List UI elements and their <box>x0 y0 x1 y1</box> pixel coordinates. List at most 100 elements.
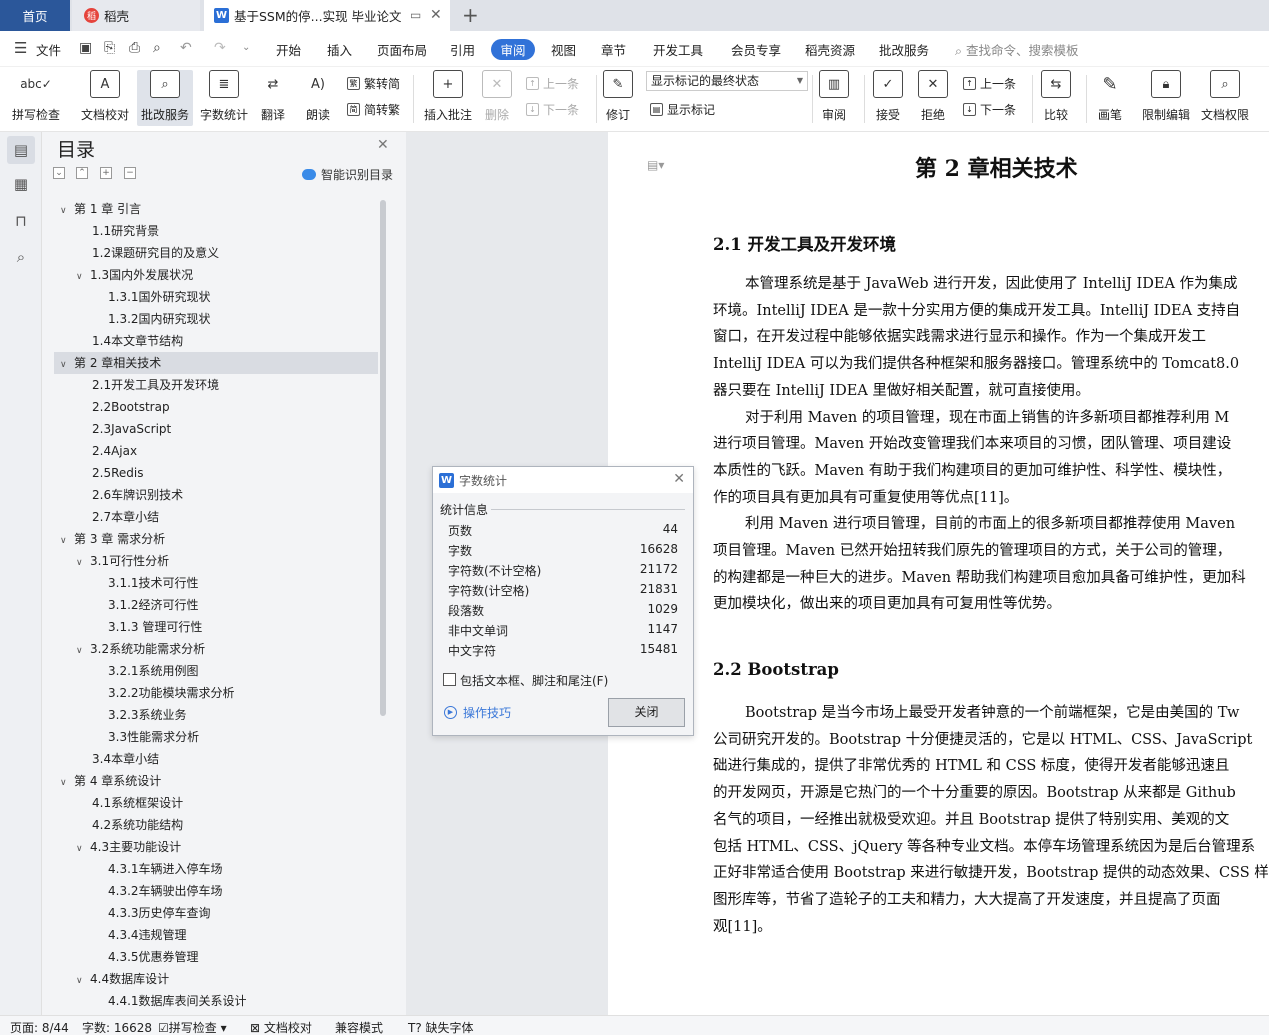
toc-item[interactable]: ∨ 4.3主要功能设计 <box>76 836 181 858</box>
menu-developer[interactable]: 开发工具 <box>653 40 703 59</box>
chevron-down-icon[interactable]: ∨ <box>76 640 90 662</box>
chevron-down-icon[interactable]: ∨ <box>60 354 74 376</box>
doc-permission-button[interactable]: ⌕ 文档权限 <box>1201 70 1249 123</box>
close-icon[interactable]: ✕ <box>673 471 685 487</box>
page-options-icon[interactable]: ▤▾ <box>647 158 664 172</box>
toc-item[interactable]: 3.1.2经济可行性 <box>108 594 199 616</box>
word-count-indicator[interactable]: 字数: 16628 <box>82 1019 152 1035</box>
prev-change-button[interactable]: ↑ 上一条 <box>963 75 1016 92</box>
next-change-button[interactable]: ↓ 下一条 <box>963 101 1016 118</box>
status-spellcheck[interactable]: ☑拼写检查 ▾ <box>158 1019 227 1035</box>
close-icon[interactable]: ✕ <box>377 137 389 153</box>
chapter-nav-icon[interactable]: ▦ <box>11 175 31 195</box>
toc-item[interactable]: 2.1开发工具及开发环境 <box>92 374 219 396</box>
print-icon[interactable]: ⎙ <box>129 40 140 56</box>
undo-icon[interactable]: ↶ <box>180 40 192 56</box>
toc-item[interactable]: 4.2系统功能结构 <box>92 814 183 836</box>
toc-item[interactable]: 4.4.1数据库表间关系设计 <box>108 990 247 1012</box>
expand-all-icon[interactable]: ⌃ <box>76 167 88 179</box>
tab-document[interactable]: W 基于SSM的停...实现 毕业论文 ▭ ✕ <box>204 0 450 31</box>
compare-button[interactable]: ⇆ 比较 <box>1041 70 1071 123</box>
chevron-down-icon[interactable]: ∨ <box>76 838 90 860</box>
toc-item[interactable]: 2.3JavaScript <box>92 418 171 440</box>
toc-item[interactable]: 4.1系统框架设计 <box>92 792 183 814</box>
status-proof[interactable]: ⊠ 文档校对 <box>250 1019 312 1035</box>
toc-item[interactable]: ∨ 3.1可行性分析 <box>76 550 169 572</box>
review-service-button[interactable]: ⌕ 批改服务 <box>137 70 193 126</box>
toc-item[interactable]: 4.3.1车辆进入停车场 <box>108 858 223 880</box>
toc-item[interactable]: 1.1研究背景 <box>92 220 159 242</box>
include-textbox-label[interactable]: 包括文本框、脚注和尾注(F) <box>460 672 608 689</box>
read-aloud-button[interactable]: A) 朗读 <box>303 70 333 123</box>
toc-item[interactable]: 1.3.2国内研究现状 <box>108 308 211 330</box>
new-tab-button[interactable]: + <box>462 3 479 27</box>
toc-item[interactable]: 2.7本章小结 <box>92 506 159 528</box>
toc-item[interactable]: ∨ 3.2系统功能需求分析 <box>76 638 205 660</box>
missing-font[interactable]: T? 缺失字体 <box>408 1019 474 1035</box>
toc-item[interactable]: 1.4本文章节结构 <box>92 330 183 352</box>
dialog-titlebar[interactable]: W 字数统计 ✕ <box>433 467 693 493</box>
toc-item[interactable]: 3.3性能需求分析 <box>108 726 199 748</box>
menu-reference[interactable]: 引用 <box>450 40 475 59</box>
menu-insert[interactable]: 插入 <box>327 40 352 59</box>
toc-item[interactable]: ∨ 1.3国内外发展状况 <box>76 264 193 286</box>
chevron-down-icon[interactable]: ∨ <box>60 530 74 552</box>
chevron-down-icon[interactable]: ∨ <box>60 772 74 794</box>
chevron-down-icon[interactable]: ∨ <box>60 200 74 222</box>
close-button[interactable]: 关闭 <box>608 698 685 727</box>
toc-item[interactable]: 2.6车牌识别技术 <box>92 484 183 506</box>
menu-file[interactable]: 文件 <box>36 40 61 59</box>
toc-item[interactable]: ∨ 4.4数据库设计 <box>76 968 169 990</box>
word-count-button[interactable]: ≣ 字数统计 <box>200 70 248 123</box>
toc-item[interactable]: 4.3.4违规管理 <box>108 924 187 946</box>
menu-member[interactable]: 会员专享 <box>731 40 781 59</box>
toc-item[interactable]: 3.1.3 管理可行性 <box>108 616 202 638</box>
add-heading-icon[interactable]: + <box>100 167 112 179</box>
toc-item[interactable]: 3.2.2功能模块需求分析 <box>108 682 235 704</box>
export-icon[interactable]: ⎘ <box>104 40 115 56</box>
toc-item[interactable]: 4.3.2车辆驶出停车场 <box>108 880 223 902</box>
chevron-down-icon[interactable]: ∨ <box>76 266 90 288</box>
toc-item[interactable]: ∨ 第 4 章系统设计 <box>60 770 161 792</box>
toc-item[interactable]: 1.3.1国外研究现状 <box>108 286 211 308</box>
toc-item[interactable]: 3.2.3系统业务 <box>108 704 187 726</box>
bookmark-icon[interactable]: ⊓ <box>11 212 31 232</box>
collapse-all-icon[interactable]: ⌄ <box>53 167 65 179</box>
toc-scrollbar[interactable] <box>380 200 386 716</box>
toc-item[interactable]: 4.3.5优惠券管理 <box>108 946 199 968</box>
simp-to-trad-button[interactable]: 简简转繁 <box>347 101 400 118</box>
quick-access-chevron-icon[interactable]: ⌄ <box>242 42 250 53</box>
menu-page-layout[interactable]: 页面布局 <box>377 40 427 59</box>
preview-icon[interactable]: ⌕ <box>153 40 161 56</box>
show-markup-button[interactable]: ▤ 显示标记 <box>650 101 715 118</box>
toc-item[interactable]: 2.5Redis <box>92 462 143 484</box>
toc-item[interactable]: 3.4本章小结 <box>92 748 159 770</box>
chevron-down-icon[interactable]: ∨ <box>76 970 90 992</box>
review-pane-button[interactable]: ▥ 审阅 <box>819 70 849 123</box>
smart-toc-button[interactable]: 智能识别目录 <box>302 166 393 183</box>
menu-view[interactable]: 视图 <box>551 40 576 59</box>
tab-home[interactable]: 首页 <box>0 0 70 31</box>
remove-heading-icon[interactable]: − <box>124 167 136 179</box>
markup-mode-select[interactable]: 显示标记的最终状态 ▼ <box>646 71 808 91</box>
toc-icon[interactable]: ▤ <box>7 136 35 164</box>
spellcheck-button[interactable]: abc✓ 拼写检查 <box>12 70 60 123</box>
toc-item[interactable]: 3.1.1技术可行性 <box>108 572 199 594</box>
doc-proof-button[interactable]: A 文档校对 <box>81 70 129 123</box>
trad-to-simp-button[interactable]: 繁繁转简 <box>347 75 400 92</box>
menu-start[interactable]: 开始 <box>276 40 301 59</box>
toc-item[interactable]: ∨ 第 2 章相关技术 <box>60 352 161 374</box>
hamburger-icon[interactable]: ☰ <box>14 39 27 57</box>
command-search[interactable]: ⌕ 查找命令、搜索模板 <box>955 40 1079 59</box>
tab-screen-icon[interactable]: ▭ <box>410 8 421 22</box>
tab-daoke[interactable]: 稻稻壳 <box>72 0 200 31</box>
menu-daoke-resources[interactable]: 稻壳资源 <box>805 40 855 59</box>
menu-chapter[interactable]: 章节 <box>601 40 626 59</box>
prev-comment-button[interactable]: ↑ 上一条 <box>526 75 579 92</box>
reject-button[interactable]: ✕ 拒绝 <box>918 70 948 123</box>
tab-close-icon[interactable]: ✕ <box>430 7 442 23</box>
search-icon[interactable]: ⌕ <box>11 248 31 268</box>
chevron-down-icon[interactable]: ∨ <box>76 552 90 574</box>
toc-item[interactable]: 1.2课题研究目的及意义 <box>92 242 219 264</box>
toc-item[interactable]: ∨ 第 1 章 引言 <box>60 198 141 220</box>
